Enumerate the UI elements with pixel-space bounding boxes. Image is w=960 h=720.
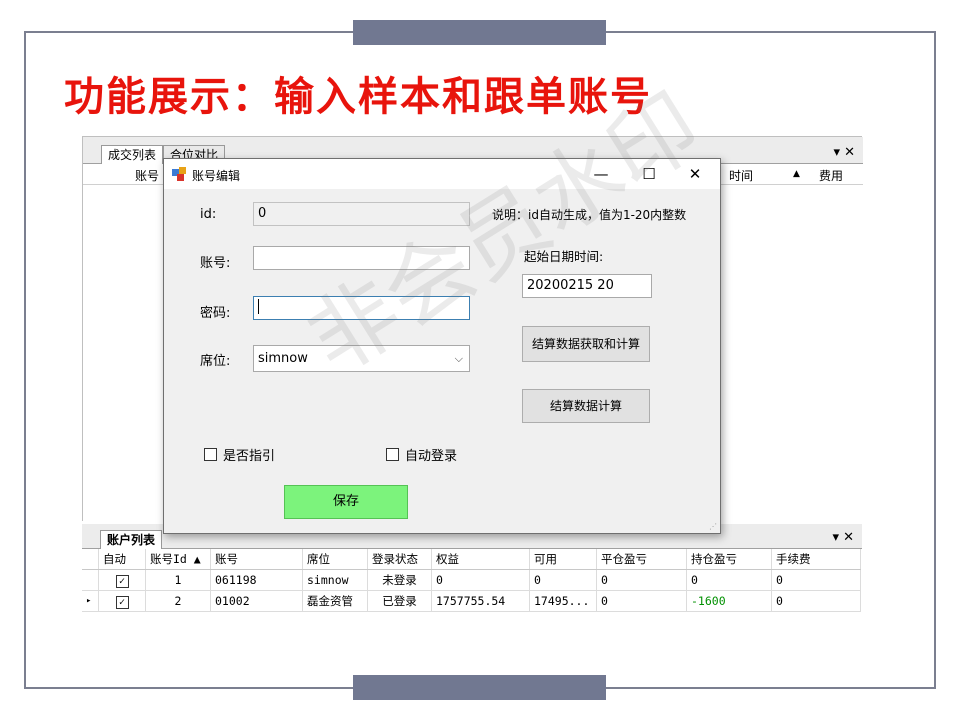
tab-trades[interactable]: 成交列表 (101, 145, 164, 164)
col-seat[interactable]: 席位 (302, 549, 368, 570)
fetch-and-calc-button[interactable]: 结算数据获取和计算 (522, 326, 650, 362)
table-row[interactable]: ▸ ✓ 2 01002 磊金资管 已登录 1757755.54 17495...… (82, 590, 861, 612)
save-button[interactable]: 保存 (284, 485, 408, 519)
col-account[interactable]: 账号 (135, 167, 159, 184)
row-marker (82, 569, 99, 591)
cell-available: 0 (529, 569, 597, 591)
col-equity[interactable]: 权益 (431, 549, 530, 570)
seat-label: 席位: (200, 354, 231, 369)
col-time[interactable]: 时间 (729, 167, 753, 184)
text-caret (258, 299, 259, 314)
cell-seat: 磊金资管 (302, 590, 368, 612)
id-note: 说明：id自动生成，值为1-20内整数 (492, 208, 687, 222)
slide-bottom-bar (353, 675, 606, 700)
guide-checkbox-label: 是否指引 (223, 449, 276, 464)
account-input[interactable] (253, 246, 470, 270)
tab-account-list[interactable]: 账户列表 (100, 530, 163, 549)
checkbox-box (204, 448, 217, 461)
account-edit-dialog: 账号编辑 — ☐ ✕ id: 0 账号: 密码: 席位: simnow ⌵ 说明… (163, 158, 721, 534)
dialog-title: 账号编辑 (192, 169, 241, 183)
col-position-pnl[interactable]: 持仓盈亏 (686, 549, 772, 570)
col-account-id[interactable]: 账号Id ▲ (145, 549, 211, 570)
check-icon: ✓ (115, 574, 129, 588)
id-field: 0 (253, 202, 470, 226)
auto-checkbox[interactable]: ✓ (98, 590, 146, 612)
cell-close-pnl: 0 (596, 569, 687, 591)
table-row[interactable]: ✓ 1 061198 simnow 未登录 0 0 0 0 0 (82, 569, 861, 591)
col-close-pnl[interactable]: 平仓盈亏 (596, 549, 687, 570)
account-label: 账号: (200, 256, 231, 271)
row-marker: ▸ (82, 590, 99, 612)
col-fee[interactable]: 手续费 (771, 549, 861, 570)
autologin-checkbox[interactable]: 自动登录 (386, 445, 457, 464)
cell-close-pnl: 0 (596, 590, 687, 612)
auto-checkbox[interactable]: ✓ (98, 569, 146, 591)
cell-id: 2 (145, 590, 211, 612)
slide-title: 功能展示：输入样本和跟单账号 (64, 74, 652, 120)
cell-status: 未登录 (367, 569, 432, 591)
seat-select-value: simnow (258, 351, 308, 366)
start-datetime-label: 起始日期时间: (524, 249, 604, 264)
cell-account: 01002 (210, 590, 303, 612)
slide-top-bar (353, 20, 606, 45)
guide-checkbox[interactable]: 是否指引 (204, 445, 275, 464)
cell-position-pnl: 0 (686, 569, 772, 591)
col-fee[interactable]: 费用 (819, 167, 843, 184)
cell-available: 17495... (529, 590, 597, 612)
seat-select[interactable]: simnow ⌵ (253, 345, 470, 372)
password-label: 密码: (200, 306, 231, 321)
sort-asc-icon: ▲ (793, 169, 800, 179)
cell-fee: 0 (771, 569, 861, 591)
checkbox-box (386, 448, 399, 461)
account-pane: 账户列表 ▾ ✕ 自动 账号Id ▲ 账号 席位 登录状态 权益 可用 平仓盈亏… (82, 524, 862, 642)
row-header-cell (82, 549, 99, 570)
col-login-status[interactable]: 登录状态 (367, 549, 432, 570)
cell-position-pnl: -1600 (686, 590, 772, 612)
check-icon: ✓ (115, 595, 129, 609)
account-table: 自动 账号Id ▲ 账号 席位 登录状态 权益 可用 平仓盈亏 持仓盈亏 手续费… (82, 549, 861, 612)
chevron-down-icon: ⌵ (454, 352, 463, 365)
cell-status: 已登录 (367, 590, 432, 612)
app-icon (172, 167, 186, 181)
dialog-titlebar[interactable]: 账号编辑 — ☐ ✕ (164, 159, 720, 189)
cell-seat: simnow (302, 569, 368, 591)
col-auto[interactable]: 自动 (98, 549, 146, 570)
id-label: id: (200, 207, 217, 222)
cell-fee: 0 (771, 590, 861, 612)
password-input[interactable] (253, 296, 470, 320)
start-datetime-input[interactable]: 20200215 20 (522, 274, 652, 298)
maximize-icon[interactable]: ☐ (634, 165, 664, 183)
pane-menu-close-icon[interactable]: ▾ ✕ (833, 145, 855, 160)
calc-button[interactable]: 结算数据计算 (522, 389, 650, 423)
cell-id: 1 (145, 569, 211, 591)
cell-equity: 1757755.54 (431, 590, 530, 612)
autologin-checkbox-label: 自动登录 (405, 449, 458, 464)
pane-menu-close-icon[interactable]: ▾ ✕ (832, 530, 854, 545)
close-icon[interactable]: ✕ (680, 165, 710, 183)
resize-grip-icon[interactable]: ⋰ (709, 522, 717, 531)
minimize-icon[interactable]: — (586, 165, 616, 183)
col-available[interactable]: 可用 (529, 549, 597, 570)
cell-equity: 0 (431, 569, 530, 591)
col-account[interactable]: 账号 (210, 549, 303, 570)
cell-account: 061198 (210, 569, 303, 591)
account-table-header: 自动 账号Id ▲ 账号 席位 登录状态 权益 可用 平仓盈亏 持仓盈亏 手续费 (82, 549, 861, 570)
